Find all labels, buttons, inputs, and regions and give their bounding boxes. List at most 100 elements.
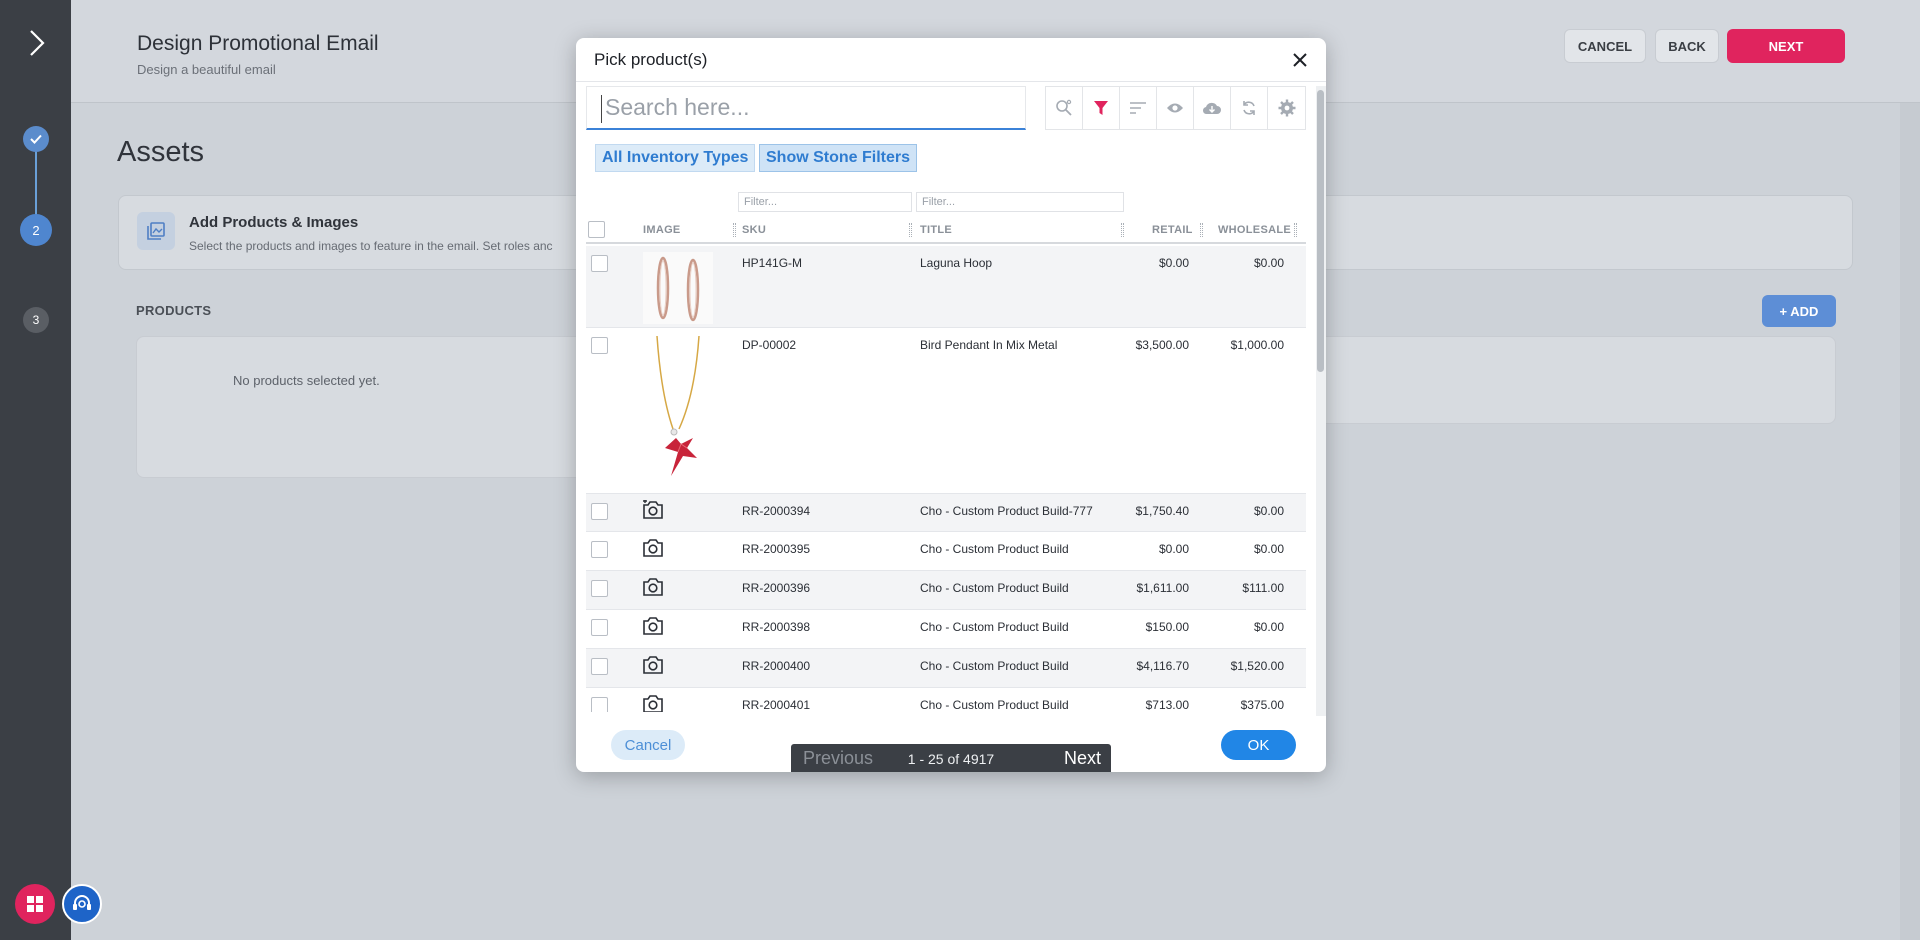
step-1-complete[interactable]	[23, 126, 49, 152]
wholesale-cell: $0.00	[1253, 504, 1284, 518]
row-checkbox[interactable]	[591, 255, 608, 272]
modal-scrollbar[interactable]	[1316, 86, 1326, 716]
pick-products-modal: Pick product(s) All Inventory Types Sh	[576, 38, 1326, 772]
next-button[interactable]: NEXT	[1727, 29, 1845, 63]
filter-icon[interactable]	[1083, 87, 1120, 129]
column-header-image[interactable]: IMAGE	[643, 224, 681, 236]
hoop-earrings-image	[643, 252, 713, 324]
support-button[interactable]	[62, 884, 102, 924]
previous-page-button[interactable]: Previous	[803, 748, 873, 769]
stepper-line	[35, 148, 37, 224]
camera-placeholder-icon	[642, 577, 666, 599]
page-subtitle: Design a beautiful email	[137, 62, 276, 77]
refresh-icon[interactable]	[1231, 87, 1268, 129]
table-row[interactable]: HP141G-M Laguna Hoop $0.00 $0.00	[586, 246, 1306, 328]
camera-placeholder-icon	[642, 655, 666, 677]
back-button[interactable]: BACK	[1655, 29, 1719, 63]
sku-cell: HP141G-M	[742, 256, 803, 270]
title-filter-input[interactable]: Filter...	[916, 192, 1124, 212]
step-3[interactable]: 3	[23, 307, 49, 333]
wholesale-cell: $375.00	[1240, 698, 1284, 712]
row-checkbox[interactable]	[591, 337, 608, 354]
column-resize-handle[interactable]	[1200, 223, 1203, 237]
page-scrollbar[interactable]	[1900, 103, 1920, 940]
column-resize-handle[interactable]	[1294, 223, 1297, 237]
wholesale-cell: $0.00	[1253, 542, 1284, 556]
title-cell: Cho - Custom Product Build	[920, 659, 1069, 673]
column-header-retail[interactable]: RETAIL	[1152, 224, 1193, 236]
modal-scrollbar-thumb[interactable]	[1317, 90, 1324, 372]
title-cell: Cho - Custom Product Build	[920, 581, 1069, 595]
search-advanced-icon[interactable]	[1046, 87, 1083, 129]
wholesale-cell: $1,520.00	[1230, 659, 1284, 673]
gear-icon[interactable]	[1268, 87, 1305, 129]
column-header-title[interactable]: TITLE	[920, 224, 952, 236]
modal-cancel-button[interactable]: Cancel	[611, 730, 685, 760]
text-caret	[601, 95, 602, 123]
row-checkbox[interactable]	[591, 697, 608, 712]
sku-filter-input[interactable]: Filter...	[738, 192, 912, 212]
empty-products-text: No products selected yet.	[233, 373, 380, 388]
row-checkbox[interactable]	[591, 580, 608, 597]
apps-grid-button[interactable]	[15, 884, 55, 924]
grid-toolbar	[1045, 86, 1306, 130]
sku-cell: RR-2000395	[742, 542, 811, 556]
title-cell: Bird Pendant In Mix Metal	[920, 338, 1058, 352]
pagination-bar: 1 - 25 of 4917 Previous Next	[791, 744, 1111, 772]
table-row[interactable]: RR-2000401 Cho - Custom Product Build $7…	[586, 688, 1306, 712]
support-headset-icon	[73, 895, 91, 910]
search-box	[586, 86, 1026, 130]
title-cell: Cho - Custom Product Build	[920, 620, 1069, 634]
sort-icon[interactable]	[1120, 87, 1157, 129]
row-checkbox[interactable]	[591, 503, 608, 520]
retail-cell: $1,611.00	[1136, 581, 1190, 595]
camera-placeholder-icon	[642, 499, 666, 522]
info-card-text: Select the products and images to featur…	[189, 239, 553, 253]
close-icon[interactable]	[1288, 48, 1312, 72]
wholesale-cell: $0.00	[1253, 256, 1284, 270]
assets-heading: Assets	[117, 136, 205, 168]
table-row[interactable]: RR-2000396 Cho - Custom Product Build $1…	[586, 571, 1306, 610]
check-icon	[30, 134, 42, 144]
retail-cell: $0.00	[1158, 256, 1189, 270]
all-inventory-types-chip[interactable]: All Inventory Types	[595, 144, 756, 172]
table-row[interactable]: DP-00002 Bird Pendant In Mix Metal $3,50…	[586, 328, 1306, 494]
expand-sidebar-chevron-icon[interactable]	[20, 26, 54, 60]
info-card-title: Add Products & Images	[189, 214, 359, 231]
sku-cell: RR-2000401	[742, 698, 811, 712]
next-page-button[interactable]: Next	[1064, 748, 1101, 769]
retail-cell: $1,750.40	[1135, 504, 1189, 518]
title-cell: Cho - Custom Product Build	[920, 698, 1069, 712]
eye-icon[interactable]	[1157, 87, 1194, 129]
column-header-wholesale[interactable]: WHOLESALE	[1218, 224, 1291, 236]
add-product-button[interactable]: + ADD	[1762, 295, 1836, 327]
modal-title: Pick product(s)	[594, 50, 708, 69]
column-resize-handle[interactable]	[1121, 223, 1124, 237]
camera-placeholder-icon	[642, 538, 666, 560]
select-all-checkbox[interactable]	[588, 221, 605, 238]
products-section-label: PRODUCTS	[136, 303, 212, 318]
apps-grid-icon	[27, 896, 43, 912]
row-checkbox[interactable]	[591, 658, 608, 675]
camera-placeholder-icon	[642, 694, 666, 712]
left-rail: 2 3	[0, 0, 102, 940]
row-checkbox[interactable]	[591, 619, 608, 636]
images-icon	[137, 212, 175, 250]
products-empty-card: No products selected yet.	[136, 336, 596, 478]
table-row[interactable]: RR-2000394 Cho - Custom Product Build-77…	[586, 494, 1306, 532]
modal-ok-button[interactable]: OK	[1221, 730, 1296, 760]
step-2-active[interactable]: 2	[20, 214, 52, 246]
title-cell: Cho - Custom Product Build	[920, 542, 1069, 556]
search-input[interactable]	[587, 87, 1025, 128]
modal-divider	[576, 81, 1326, 82]
table-row[interactable]: RR-2000400 Cho - Custom Product Build $4…	[586, 649, 1306, 688]
cancel-button[interactable]: CANCEL	[1564, 29, 1646, 63]
column-header-sku[interactable]: SKU	[742, 224, 766, 236]
column-resize-handle[interactable]	[733, 223, 736, 237]
table-row[interactable]: RR-2000398 Cho - Custom Product Build $1…	[586, 610, 1306, 649]
table-row[interactable]: RR-2000395 Cho - Custom Product Build $0…	[586, 532, 1306, 571]
column-resize-handle[interactable]	[909, 223, 912, 237]
row-checkbox[interactable]	[591, 541, 608, 558]
show-stone-filters-chip[interactable]: Show Stone Filters	[759, 144, 918, 172]
cloud-download-icon[interactable]	[1194, 87, 1231, 129]
